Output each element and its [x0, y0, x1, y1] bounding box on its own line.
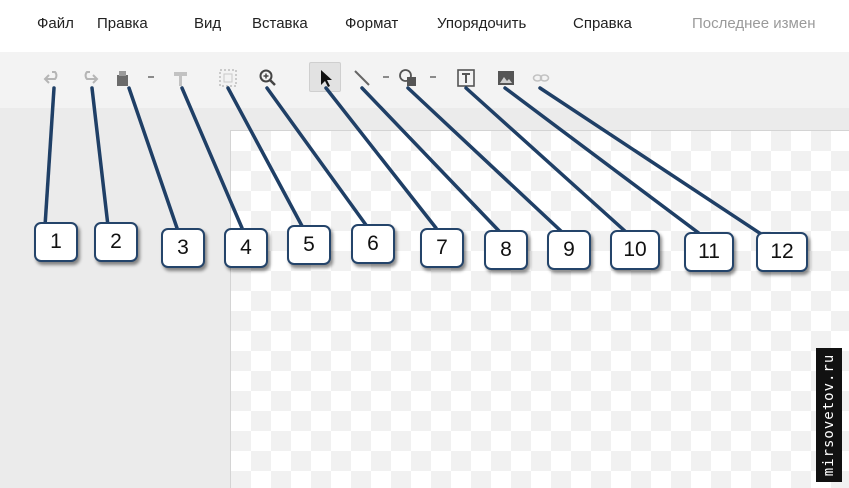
- last-edit-status[interactable]: Последнее измен: [692, 15, 849, 32]
- menu-bar: Файл Правка Вид Вставка Формат Упорядочи…: [0, 0, 849, 52]
- callout-label-10: 10: [610, 230, 660, 270]
- menu-help[interactable]: Справка: [573, 15, 632, 32]
- menu-insert[interactable]: Вставка: [252, 15, 308, 32]
- menu-arrange[interactable]: Упорядочить: [437, 15, 526, 32]
- menu-edit[interactable]: Правка: [97, 15, 148, 32]
- chevron-down-icon[interactable]: [430, 74, 436, 80]
- menu-file[interactable]: Файл: [37, 15, 74, 32]
- link-icon[interactable]: [531, 68, 551, 88]
- callout-label-2: 2: [94, 222, 138, 262]
- callout-label-1: 1: [34, 222, 78, 262]
- text-box-icon[interactable]: [456, 68, 476, 88]
- menu-format[interactable]: Формат: [345, 15, 398, 32]
- line-icon[interactable]: [352, 68, 372, 88]
- image-icon[interactable]: [496, 68, 516, 88]
- fit-zoom-icon[interactable]: [218, 68, 238, 88]
- callout-label-5: 5: [287, 225, 331, 265]
- callout-label-7: 7: [420, 228, 464, 268]
- callout-label-11: 11: [684, 232, 734, 272]
- watermark: mirsovetov.ru: [816, 348, 842, 482]
- callout-label-8: 8: [484, 230, 528, 270]
- callout-label-4: 4: [224, 228, 268, 268]
- chevron-down-icon[interactable]: [383, 74, 389, 80]
- paint-format-icon[interactable]: [113, 68, 133, 88]
- callout-label-9: 9: [547, 230, 591, 270]
- redo-icon[interactable]: [79, 68, 99, 88]
- zoom-icon[interactable]: [258, 68, 278, 88]
- undo-icon[interactable]: [43, 68, 63, 88]
- select-arrow-icon[interactable]: [316, 68, 336, 88]
- menu-view[interactable]: Вид: [194, 15, 221, 32]
- toolbar: [0, 52, 849, 108]
- paint-roller-icon[interactable]: [171, 68, 191, 88]
- shape-icon[interactable]: [398, 68, 418, 88]
- drawing-canvas[interactable]: [230, 130, 849, 488]
- watermark-text: mirsovetov.ru: [821, 353, 837, 477]
- left-gutter: [0, 108, 230, 488]
- callout-label-12: 12: [756, 232, 808, 272]
- callout-label-3: 3: [161, 228, 205, 268]
- chevron-down-icon[interactable]: [148, 74, 154, 80]
- callout-label-6: 6: [351, 224, 395, 264]
